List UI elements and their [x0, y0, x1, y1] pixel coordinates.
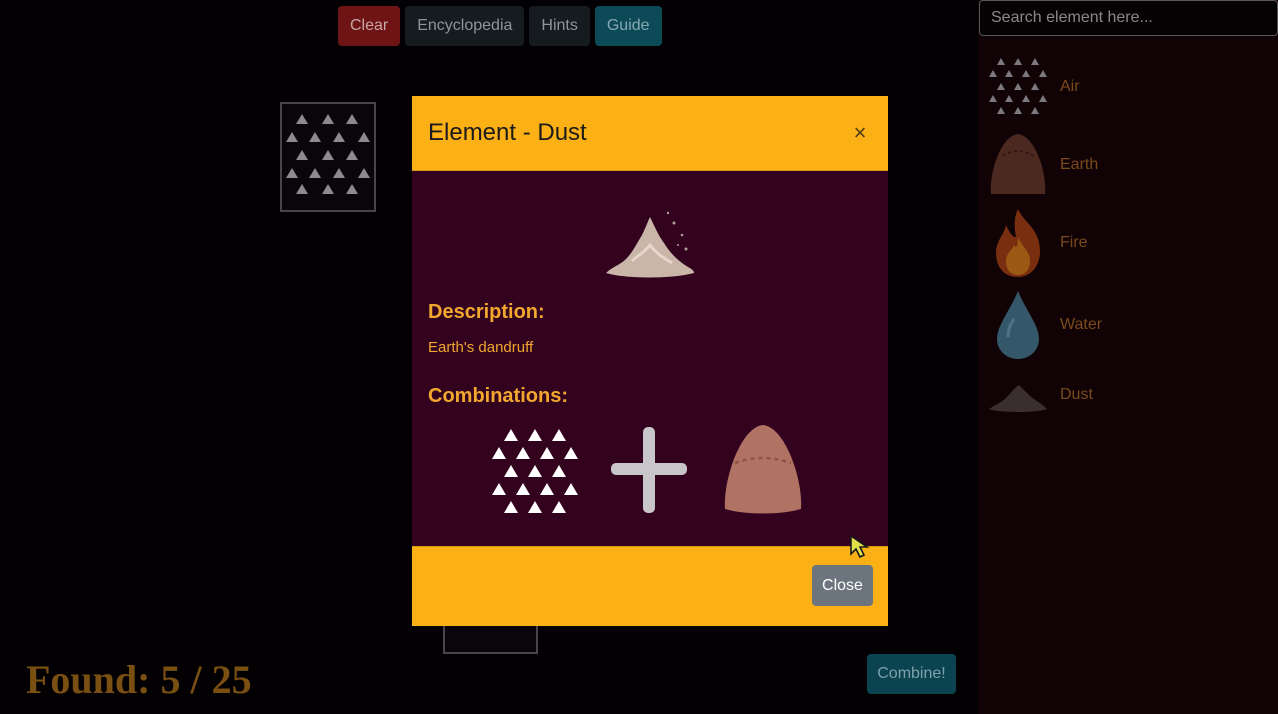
sidebar-item-label: Dust [1060, 386, 1093, 403]
air-icon [492, 429, 578, 513]
guide-button[interactable]: Guide [594, 6, 662, 46]
air-icon [286, 114, 370, 194]
search-input[interactable] [979, 0, 1278, 36]
encyclopedia-button[interactable]: Encyclopedia [405, 6, 525, 46]
sidebar-item-fire[interactable]: Fire [986, 208, 1266, 278]
sidebar-item-label: Air [1060, 78, 1080, 95]
element-description: Earth's dandruff [428, 339, 534, 356]
sidebar-item-earth[interactable]: Earth [986, 130, 1266, 200]
element-modal: Element - Dust × Description: Earth's da… [412, 96, 888, 626]
modal-title: Element - Dust [428, 119, 587, 146]
earth-icon [986, 130, 1050, 200]
clear-button[interactable]: Clear [338, 6, 401, 46]
hints-button[interactable]: Hints [529, 6, 590, 46]
description-heading: Description: [428, 301, 545, 323]
sidebar-item-label: Water [1060, 316, 1103, 333]
combine-button[interactable]: Combine! [867, 654, 956, 694]
water-drop-icon [986, 290, 1050, 360]
close-icon[interactable]: × [848, 121, 872, 145]
dust-icon [986, 360, 1050, 430]
modal-body: Description: Earth's dandruff Combinatio… [412, 171, 888, 546]
dust-icon [602, 205, 698, 284]
combinations-heading: Combinations: [428, 385, 568, 407]
sidebar-item-water[interactable]: Water [986, 290, 1266, 360]
sidebar-item-dust[interactable]: Dust [986, 360, 1266, 430]
plus-icon [611, 427, 687, 513]
air-icon [986, 52, 1050, 122]
sidebar-item-label: Earth [1060, 156, 1099, 173]
earth-icon [724, 425, 802, 514]
workspace-tile-air[interactable] [280, 102, 376, 212]
sidebar-item-air[interactable]: Air [986, 52, 1266, 122]
modal-header: Element - Dust × [412, 96, 888, 171]
sidebar-item-label: Fire [1060, 234, 1088, 251]
found-counter: Found: 5 / 25 [26, 657, 252, 702]
cursor-icon [850, 534, 870, 559]
combination-recipe [487, 423, 807, 517]
toolbar: Clear Encyclopedia Hints Guide [338, 6, 662, 46]
element-sidebar: Air Earth Fire [978, 0, 1278, 714]
modal-footer: Close [412, 546, 888, 626]
close-button[interactable]: Close [812, 565, 873, 606]
fire-icon [986, 208, 1050, 278]
